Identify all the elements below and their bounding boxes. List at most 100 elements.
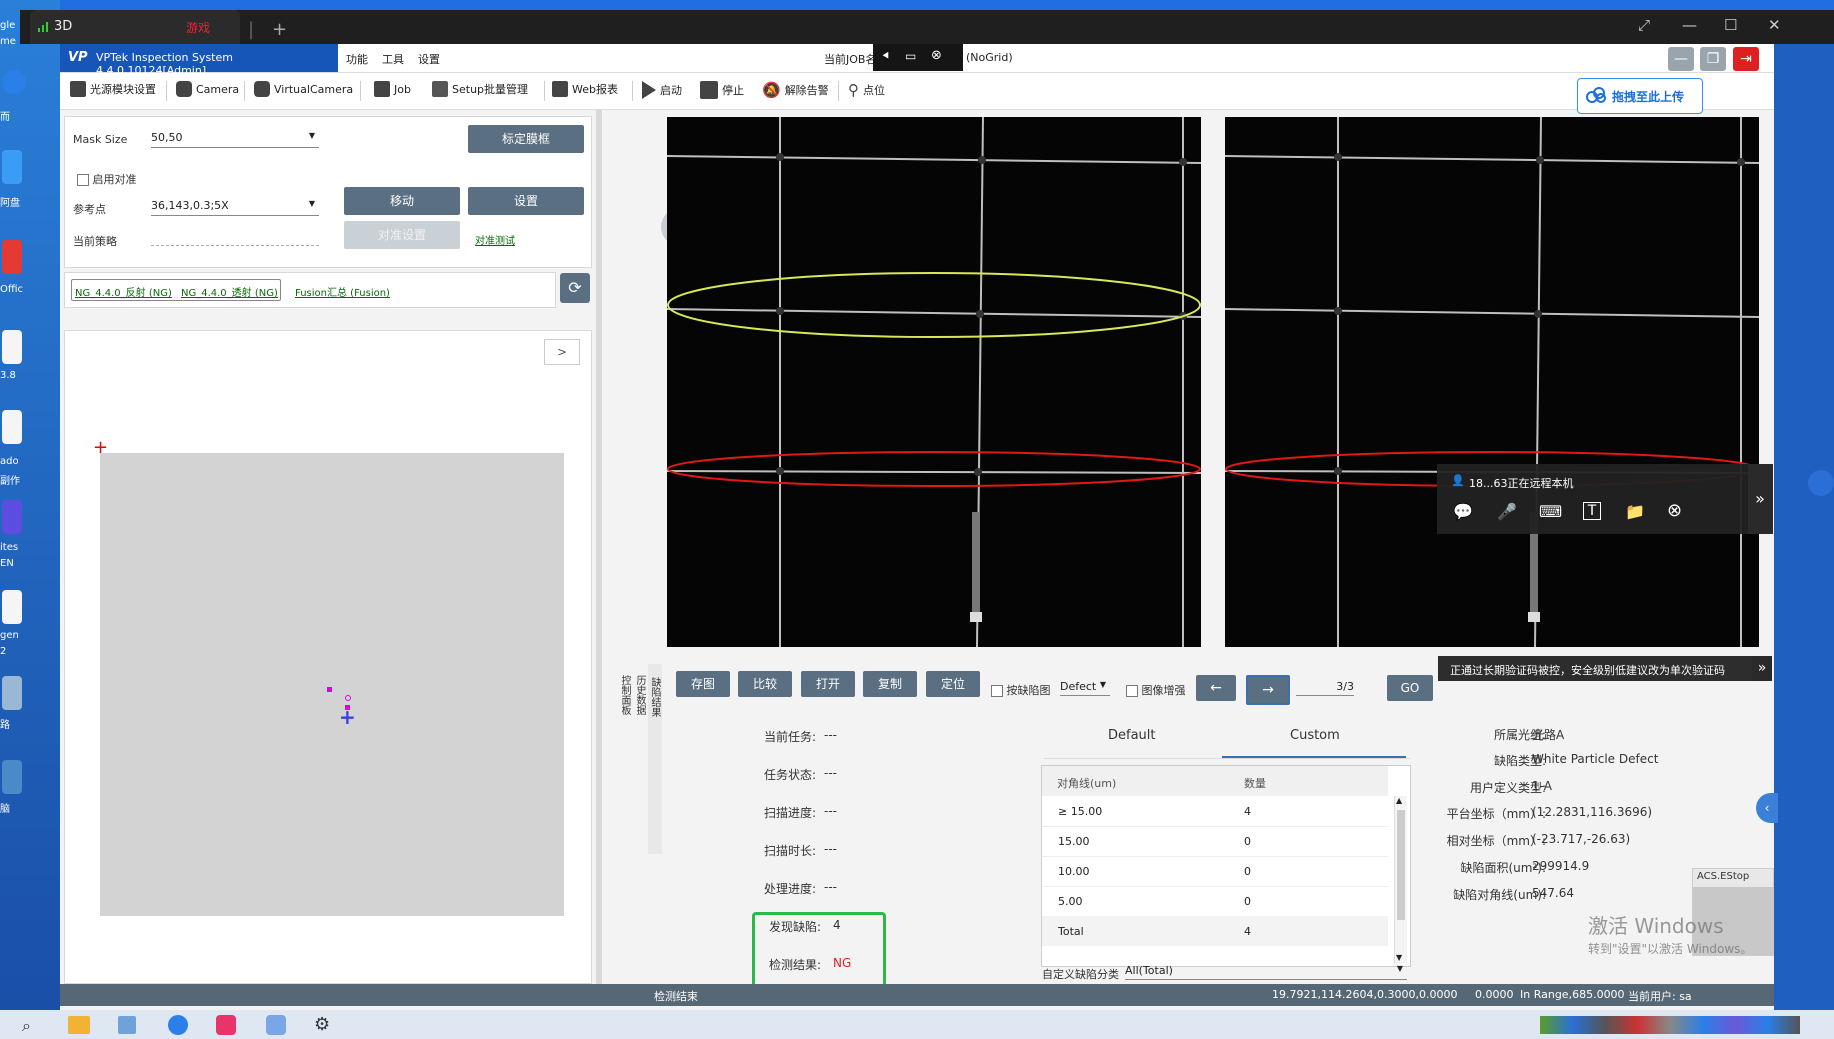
image-enhance-checkbox[interactable]: 图像增强 [1126,682,1186,698]
scroll-up-icon[interactable]: ▲ [1396,796,1402,805]
remote-expand-icon[interactable]: » [1748,464,1772,534]
table-row[interactable]: 5.00 0 [1042,886,1388,917]
gear-icon[interactable]: ⚙ [314,1014,330,1035]
toolbar-location[interactable]: ⚲ 点位 [848,81,885,99]
desktop-file-icon[interactable] [2,410,22,444]
file-explorer-icon[interactable] [68,1016,90,1034]
search-icon[interactable]: ⌕ [22,1016,31,1036]
compare-button[interactable]: 比较 [738,671,792,697]
align-settings-button[interactable]: 对准设置 [344,221,460,249]
desktop-file-icon[interactable] [2,590,22,624]
desktop-app-icon[interactable] [2,240,22,274]
new-tab-icon[interactable]: + [272,19,287,40]
scroll-thumb[interactable] [1397,810,1405,920]
chat-icon[interactable]: 💬 [1453,502,1473,521]
prev-button[interactable]: ← [1196,675,1236,701]
tab-default[interactable]: Default [1108,728,1156,743]
desktop-app-icon[interactable] [2,70,26,94]
microphone-icon[interactable]: 🎤 [1497,502,1517,521]
custom-class-select[interactable]: All(Total) ▼ [1125,964,1407,980]
toolbar-start[interactable]: 启动 [642,81,682,99]
toolbar-virtual-camera[interactable]: VirtualCamera [254,81,353,97]
copy-button[interactable]: 复制 [863,671,917,697]
app-restore-button[interactable]: ❐ [1700,47,1726,71]
locate-button[interactable]: 定位 [926,671,980,697]
warning-expand-icon[interactable]: » [1752,656,1772,681]
menu-function[interactable]: 功能 [346,51,368,67]
folder-icon[interactable]: 📁 [1625,502,1645,521]
table-row[interactable]: 15.00 0 [1042,826,1388,857]
desktop-app-icon[interactable] [2,150,22,184]
image-view-right[interactable] [1225,117,1759,647]
open-button[interactable]: 打开 [801,671,855,697]
desktop-app-icon[interactable] [2,500,22,534]
cloud-app-icon[interactable] [266,1015,286,1035]
menu-tools[interactable]: 工具 [382,51,404,67]
side-collapse-icon[interactable]: ‹ [1756,793,1778,823]
next-button[interactable]: → [1246,675,1290,705]
strategy-field[interactable] [151,245,319,246]
ng-transmit-link[interactable]: NG_4.4.0_透射 (NG) [181,284,278,299]
table-total-row[interactable]: Total 4 [1042,916,1388,946]
refresh-settings-icon[interactable]: ⟳ [560,273,590,303]
app-exit-button[interactable]: ⇥ [1733,47,1759,71]
desktop-app-icon[interactable] [2,676,22,710]
maximize-icon[interactable]: ☐ [1724,16,1737,34]
defect-marker[interactable] [327,687,332,692]
floating-app-icon[interactable] [1808,470,1834,496]
menu-settings[interactable]: 设置 [418,51,440,67]
close-icon[interactable]: ✕ [1768,16,1781,34]
task-state-label: 任务状态: [763,768,816,782]
enable-align-checkbox[interactable]: 启用对准 [77,171,137,187]
desktop-computer-icon[interactable] [2,760,22,794]
tab-3d[interactable]: 3D 游戏 [30,10,240,44]
fullscreen-icon[interactable]: ⤢ [1638,16,1650,34]
defect-marker[interactable] [345,695,351,701]
browser-icon[interactable] [168,1015,188,1035]
toolbar-web-report[interactable]: Web报表 [552,81,618,97]
toolbar-light-module[interactable]: 光源模块设置 [70,81,156,97]
toolbar-job[interactable]: Job [374,81,411,97]
tab-defect-results[interactable]: 缺陷结果 [647,664,662,730]
remote-app-icon[interactable] [216,1015,236,1035]
table-row[interactable]: 10.00 0 [1042,856,1388,887]
minimize-icon[interactable]: — [1682,16,1697,34]
system-tray-icons[interactable] [1540,1016,1800,1034]
upload-drop-button[interactable]: 拖拽至此上传 [1577,78,1703,114]
splitter[interactable] [596,110,602,984]
defect-select[interactable]: Defect ▼ [1060,680,1110,696]
ng-reflect-link[interactable]: NG_4.4.0_反射 (NG) [75,284,172,299]
map-expand-button[interactable]: > [544,339,580,365]
fusion-link[interactable]: Fusion汇总 (Fusion) [295,284,390,299]
close-circle-icon[interactable]: ⊗ [1667,500,1682,521]
toolbar-clear-alarm[interactable]: 🔕 解除告警 [762,81,829,99]
toolbar-stop[interactable]: 停止 [700,81,744,99]
app-icon[interactable] [118,1016,136,1034]
ref-point-select[interactable]: 36,143,0.3;5X ▼ [151,199,319,216]
align-test-link[interactable]: 对准测试 [475,232,515,247]
by-defect-map-checkbox[interactable]: 按缺陷图 [991,682,1051,698]
table-row[interactable]: ≥ 15.00 4 [1042,796,1388,827]
mask-size-select[interactable]: 50,50 ▼ [151,131,319,148]
table-cell: ≥ 15.00 [1058,805,1103,818]
calibrate-frame-button[interactable]: 标定膜框 [468,125,584,153]
pin-icon[interactable]: ⯇ [881,49,891,64]
set-button[interactable]: 设置 [468,187,584,215]
text-icon[interactable]: T [1583,502,1601,520]
tab-custom[interactable]: Custom [1290,728,1340,743]
tab-history[interactable]: 历史数据 [632,664,647,726]
move-button[interactable]: 移动 [344,187,460,215]
go-button[interactable]: GO [1387,675,1433,701]
save-image-button[interactable]: 存图 [676,671,730,697]
scroll-down-icon[interactable]: ▼ [1396,953,1402,962]
wafer-map-canvas[interactable] [100,453,564,916]
app-minimize-button[interactable]: — [1668,47,1694,71]
screen-icon[interactable]: ▭ [905,49,916,63]
toolbar-camera[interactable]: Camera [176,81,239,97]
desktop-file-icon[interactable] [2,330,22,364]
tab-control-panel[interactable]: 控制面板 [617,664,632,726]
toolbar-setup-batch[interactable]: Setup批量管理 [432,81,528,97]
keyboard-icon[interactable]: ⌨ [1539,502,1562,521]
disconnect-icon[interactable]: ⊗ [931,48,942,63]
image-view-left[interactable] [667,117,1201,647]
